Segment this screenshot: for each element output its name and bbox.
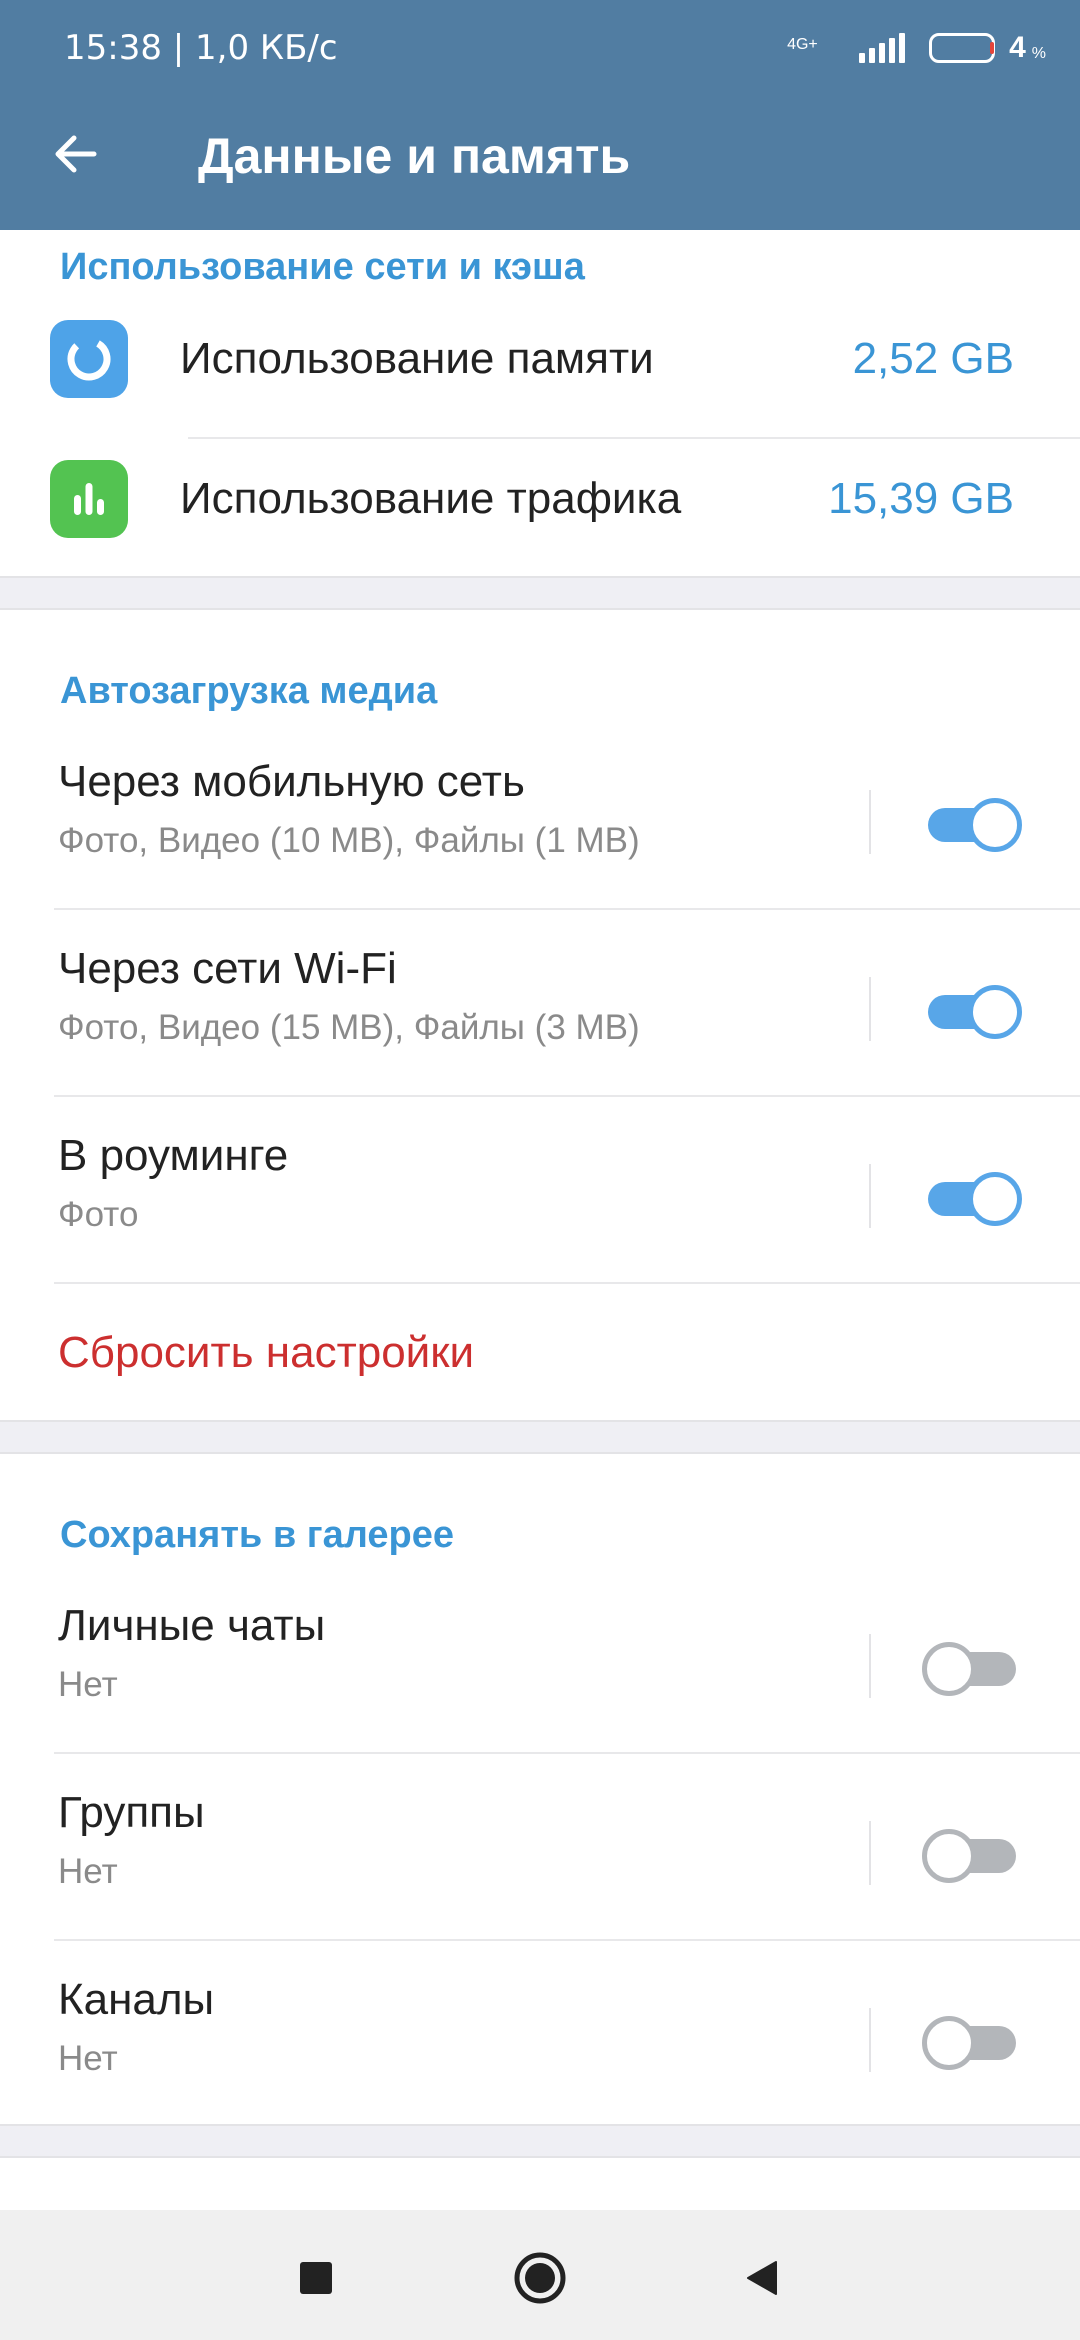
storage-ring-icon [50, 320, 128, 398]
back-button[interactable] [40, 118, 112, 190]
divider [54, 908, 1080, 910]
divider [54, 1939, 1080, 1941]
row-title: Группы [58, 1788, 205, 1837]
section-header-network-cache: Использование сети и кэша [60, 246, 585, 288]
private-chats-toggle[interactable] [922, 1640, 1022, 1696]
divider [54, 1095, 1080, 1097]
gallery-groups-row[interactable]: Группы Нет [0, 1761, 1080, 1947]
storage-usage-row[interactable]: Использование памяти 2,52 GB [0, 290, 1080, 428]
battery-unit: % [1031, 45, 1046, 62]
row-subtitle: Фото, Видео (15 MB), Файлы (3 MB) [58, 1008, 640, 1047]
gallery-private-chats-row[interactable]: Личные чаты Нет [0, 1574, 1080, 1760]
auto-download-section: Автозагрузка медиа Через мобильную сеть … [0, 608, 1080, 1422]
gallery-channels-row[interactable]: Каналы Нет [0, 1948, 1080, 2134]
home-button[interactable] [512, 2250, 568, 2306]
signal-icon [859, 33, 906, 63]
mobile-network-toggle[interactable] [922, 796, 1022, 852]
section-header-auto-download: Автозагрузка медиа [60, 670, 438, 712]
battery-icon [929, 33, 996, 63]
battery-level: 4 [1009, 31, 1026, 64]
storage-usage-label: Использование памяти [180, 334, 654, 383]
row-title: Личные чаты [58, 1601, 326, 1650]
network-type: 4G+ [787, 36, 818, 53]
circle-icon [514, 2252, 566, 2304]
traffic-usage-label: Использование трафика [180, 474, 682, 523]
row-subtitle: Фото, Видео (10 MB), Файлы (1 MB) [58, 821, 640, 860]
save-to-gallery-section: Сохранять в галерее Личные чаты Нет Груп… [0, 1452, 1080, 2126]
status-icons: 4G+ 4 % [787, 24, 1046, 72]
network-cache-section: Использование сети и кэша Использование … [0, 230, 1080, 578]
bar-chart-icon [50, 460, 128, 538]
row-title: В роуминге [58, 1131, 289, 1180]
wifi-toggle[interactable] [922, 983, 1022, 1039]
row-title: Каналы [58, 1975, 215, 2024]
channels-toggle[interactable] [922, 2014, 1022, 2070]
row-subtitle: Фото [58, 1195, 139, 1234]
recent-apps-button[interactable] [288, 2250, 344, 2306]
next-section [0, 2156, 1080, 2210]
row-subtitle: Нет [58, 2039, 118, 2078]
auto-download-roaming-row[interactable]: В роуминге Фото [0, 1104, 1080, 1290]
row-title: Через сети Wi-Fi [58, 944, 397, 993]
section-header-save-to-gallery: Сохранять в галерее [60, 1514, 454, 1556]
reset-settings-button[interactable]: Сбросить настройки [0, 1284, 1080, 1422]
roaming-toggle[interactable] [922, 1170, 1022, 1226]
page-title: Данные и память [198, 128, 631, 184]
divider [54, 1752, 1080, 1754]
auto-download-wifi-row[interactable]: Через сети Wi-Fi Фото, Видео (15 MB), Фа… [0, 917, 1080, 1103]
traffic-usage-value: 15,39 GB [828, 474, 1014, 523]
row-subtitle: Нет [58, 1852, 118, 1891]
app-bar: 15:38 | 1,0 КБ/с 4G+ 4 % Данные и память [0, 0, 1080, 230]
row-separator [869, 1164, 871, 1228]
status-time: 15:38 | 1,0 КБ/с [64, 28, 338, 68]
system-nav-bar [0, 2210, 1080, 2340]
row-separator [869, 790, 871, 854]
traffic-usage-row[interactable]: Использование трафика 15,39 GB [0, 430, 1080, 568]
auto-download-mobile-row[interactable]: Через мобильную сеть Фото, Видео (10 MB)… [0, 730, 1080, 916]
row-separator [869, 977, 871, 1041]
reset-settings-label: Сбросить настройки [58, 1328, 475, 1377]
row-subtitle: Нет [58, 1665, 118, 1704]
row-separator [869, 2008, 871, 2072]
row-separator [869, 1821, 871, 1885]
storage-usage-value: 2,52 GB [852, 334, 1014, 383]
square-icon [300, 2262, 332, 2294]
row-separator [869, 1634, 871, 1698]
system-back-button[interactable] [734, 2250, 790, 2306]
row-title: Через мобильную сеть [58, 757, 525, 806]
triangle-back-icon [747, 2261, 777, 2295]
groups-toggle[interactable] [922, 1827, 1022, 1883]
network-indicator: 4G+ [787, 33, 906, 63]
arrow-left-icon [55, 135, 97, 173]
status-bar: 15:38 | 1,0 КБ/с 4G+ 4 % [0, 0, 1080, 95]
